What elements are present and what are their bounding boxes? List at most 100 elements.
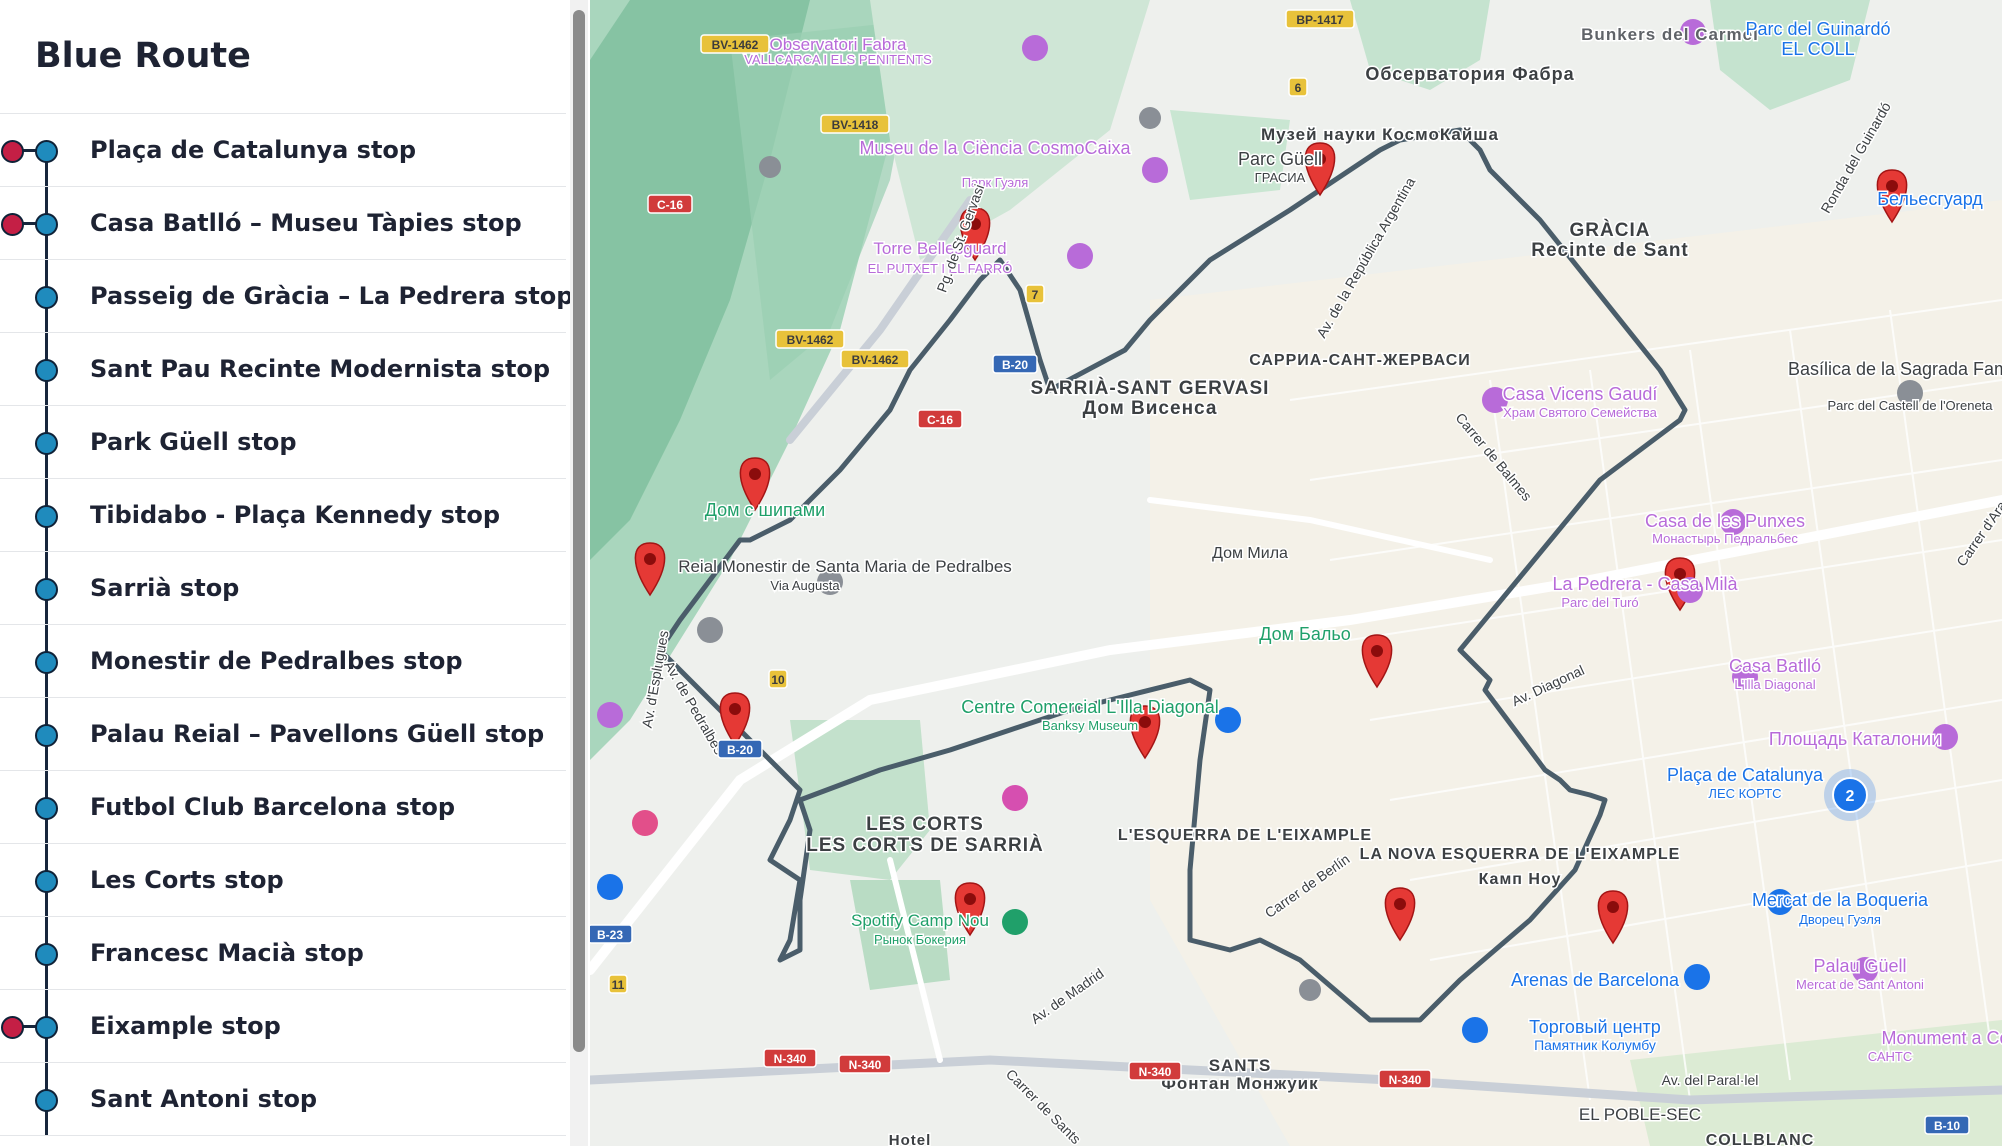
place-label[interactable]: Дворец Гуэля [1798,911,1883,929]
place-label[interactable]: Casa Batlló [1727,655,1822,678]
place-label[interactable]: Museu de la Ciència CosmoCaixa [858,137,1133,160]
stop-item[interactable]: Les Corts stop [0,843,566,916]
place-label[interactable]: Parc del Guinardó [1744,18,1892,41]
place-label[interactable]: LA NOVA ESQUERRA DE L'EIXAMPLE [1358,845,1681,865]
stop-dot-icon [35,1089,58,1112]
place-label[interactable]: VALLCARCA I ELS PENITENTS [743,51,934,69]
stop-item[interactable]: Sarrià stop [0,551,566,624]
stop-dot-icon [35,870,58,893]
road-shield-badge: C-16 [917,409,963,429]
sidebar-scrollbar-thumb[interactable] [573,10,585,1052]
place-label[interactable]: Monument a Colom [1880,1027,2002,1050]
stop-item[interactable]: Plaça de Catalunya stop [0,113,566,186]
place-label[interactable]: Recinte de Sant [1530,239,1690,263]
castle-icon [1067,243,1093,269]
place-label[interactable]: ЛЕС КОРТС [1707,785,1783,803]
place-label[interactable]: EL COLL [1780,38,1856,61]
alert-dot-icon [1,1016,24,1039]
place-label[interactable]: Parc Güell [1236,148,1323,171]
cluster-count: 2 [1846,788,1855,805]
place-label[interactable]: Spotify Camp Nou [850,910,991,932]
stop-cluster-marker[interactable]: 2 [1824,769,1876,821]
road-shield-badge: B-20 [717,739,763,759]
stop-item[interactable]: Casa Batlló – Museu Tàpies stop [0,186,566,259]
stop-dot-icon [35,943,58,966]
stop-item[interactable]: Futbol Club Barcelona stop [0,770,566,843]
road-shield-badge: 10 [768,669,788,689]
place-label[interactable]: Casa Vicens Gaudí [1501,383,1659,406]
place-label[interactable]: Дом Висенса [1081,397,1218,421]
place-label[interactable]: Basílica de la Sagrada Família [1786,358,2002,381]
place-label[interactable]: Монастырь Педральбес [1651,530,1800,548]
place-label[interactable]: Centre Comercial L'Illa Diagonal [960,696,1221,719]
place-label[interactable]: Памятник Колумбу [1533,1036,1658,1055]
place-label[interactable]: ГРАСИА [1253,169,1307,187]
place-label[interactable]: Banksy Museum [1040,717,1139,735]
place-label[interactable]: Torre Bellesguard [872,238,1008,260]
place-label[interactable]: La Pedrera - Casa Milà [1551,573,1740,596]
place-label[interactable]: Площадь Каталонии [1767,728,1942,751]
stop-label: Les Corts stop [90,866,284,894]
place-label[interactable]: Via Augusta [769,577,842,595]
stop-dot-icon [35,432,58,455]
stop-dot-icon [35,359,58,382]
stop-dot-icon [35,213,58,236]
place-label[interactable]: Дом с шипами [703,499,826,522]
place-label[interactable]: EL POBLE-SEC [1577,1104,1702,1126]
stop-label: Monestir de Pedralbes stop [90,647,463,675]
stop-item[interactable]: Tibidabo - Plaça Kennedy stop [0,478,566,551]
map-view[interactable]: 2 Bunkers del Carmel Parc del Guinardó EL … [590,0,2002,1146]
place-label[interactable]: COLLBLANC [1704,1131,1815,1146]
place-label[interactable]: САНТС [1866,1048,1914,1066]
school-icon [697,617,723,643]
stop-dot-icon [35,505,58,528]
place-label[interactable]: Arenas de Barcelona [1509,969,1681,992]
place-label[interactable]: Hotel [887,1131,932,1146]
road-shield-label: BP-1417 [1296,13,1344,27]
road-shield-label: N-340 [1139,1065,1172,1079]
place-label[interactable]: Palau Güell [1812,955,1908,978]
place-label[interactable]: Рынок Бокерия [872,931,967,949]
place-label[interactable]: Фонтан Монжуик [1160,1073,1319,1095]
place-label[interactable]: SANTS [1207,1055,1272,1077]
stop-label: Sant Antoni stop [90,1085,318,1113]
place-label[interactable]: LES CORTS DE SARRIÀ [805,833,1045,858]
map-canvas[interactable]: 2 Bunkers del CarmelParc del GuinardóEL … [590,0,2002,1146]
stop-item[interactable]: Palau Reial – Pavellons Güell stop [0,697,566,770]
place-label[interactable]: Mercat de la Boqueria [1750,889,1930,912]
place-label[interactable]: Casa de les Punxes [1643,510,1806,533]
stop-list: Plaça de Catalunya stop Casa Batlló – Mus… [0,113,570,1136]
stop-item[interactable]: Francesc Macià stop [0,916,566,989]
place-label[interactable]: Mercat de Sant Antoni [1795,976,1926,994]
road-shield-label: B-23 [597,928,623,942]
stop-item[interactable]: Sant Antoni stop [0,1062,566,1136]
place-label[interactable]: Дом Мила [1211,544,1290,564]
place-label[interactable]: Parc del Turó [1560,594,1640,612]
place-label[interactable]: Reial Monestir de Santa Maria de Pedralb… [677,556,1014,578]
stop-item[interactable]: Passeig de Gràcia – La Pedrera stop [0,259,570,332]
place-label[interactable]: Музей науки КосмоКайша [1260,124,1500,146]
road-shield-label: 10 [771,673,785,687]
road-shield-badge: C-16 [647,194,693,214]
place-label[interactable]: SARRIÀ-SANT GERVASI [1029,376,1270,401]
place-label[interactable]: Bunkers del Carmel [1580,24,1760,46]
place-label[interactable]: Бельесгуард [1876,188,1985,211]
place-label[interactable]: L'Illa Diagonal [1733,676,1817,694]
place-label[interactable]: L'ESQUERRA DE L'EIXAMPLE [1116,826,1372,846]
shopping-cart-icon [1684,964,1710,990]
stop-item[interactable]: Eixample stop [0,989,566,1062]
stop-item[interactable]: Park Güell stop [0,405,566,478]
place-label[interactable]: Plaça de Catalunya [1665,764,1825,787]
route-title: Blue Route [35,36,251,76]
place-label[interactable]: Храм Святого Семейства [1502,404,1659,422]
stop-item[interactable]: Sant Pau Recinte Modernista stop [0,332,566,405]
stop-item[interactable]: Monestir de Pedralbes stop [0,624,566,697]
place-label[interactable]: Обсерватория Фабра [1364,63,1575,86]
place-label[interactable]: GRÀCIA [1568,218,1651,243]
place-label[interactable]: Камп Ноу [1477,870,1562,890]
place-label[interactable]: Торговый центр [1528,1016,1663,1039]
place-label[interactable]: САРРИА-САНТ-ЖЕРВАСИ [1248,351,1472,371]
place-label[interactable]: LES CORTS [865,813,985,837]
place-label[interactable]: Parc del Castell de l'Oreneta [1826,397,1995,415]
place-label[interactable]: Дом Бальо [1258,623,1353,646]
